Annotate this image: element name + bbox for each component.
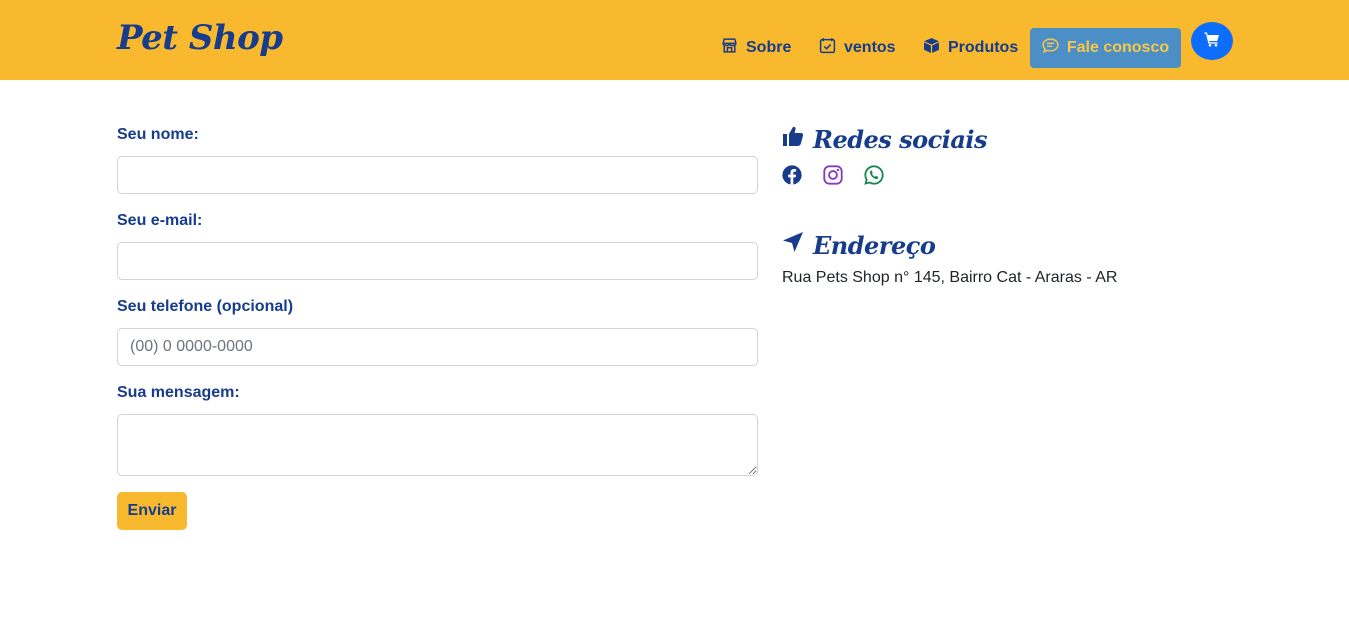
thumbs-up-icon <box>781 124 805 154</box>
social-heading: Redes sociais <box>781 124 988 154</box>
contact-button-label: Fale conosco <box>1066 39 1170 56</box>
cart-icon <box>1204 31 1220 52</box>
address-text: Rua Pets Shop n° 145, Bairro Cat - Arara… <box>782 269 1118 286</box>
box-icon <box>923 37 940 59</box>
nav-link-eventos[interactable]: ventos <box>819 36 896 60</box>
navbar: Pet Shop Sobre ventos Produtos Fale cono… <box>0 0 1349 80</box>
facebook-icon[interactable] <box>781 164 803 186</box>
phone-label: Seu telefone (opcional) <box>117 298 294 315</box>
message-label: Sua mensagem: <box>117 384 240 401</box>
nav-link-produtos[interactable]: Produtos <box>923 36 1018 60</box>
location-arrow-icon <box>781 230 805 260</box>
instagram-icon[interactable] <box>822 164 844 186</box>
nav-link-label: Sobre <box>746 39 792 56</box>
social-heading-text: Redes sociais <box>813 124 988 154</box>
chat-icon <box>1042 37 1059 59</box>
message-textarea[interactable] <box>117 414 758 476</box>
whatsapp-icon[interactable] <box>863 164 885 186</box>
phone-input[interactable] <box>117 328 758 366</box>
name-label: Seu nome: <box>117 126 199 143</box>
nav-link-label: Produtos <box>948 39 1019 56</box>
main-nav: Sobre ventos Produtos Fale conosco <box>0 0 1349 80</box>
contact-button[interactable]: Fale conosco <box>1030 28 1181 68</box>
address-heading: Endereço <box>781 230 936 260</box>
calendar-check-icon <box>819 37 836 59</box>
social-links <box>781 164 885 186</box>
email-label: Seu e-mail: <box>117 212 203 229</box>
name-input[interactable] <box>117 156 758 194</box>
address-heading-text: Endereço <box>813 230 936 260</box>
nav-link-sobre[interactable]: Sobre <box>721 36 791 60</box>
email-input[interactable] <box>117 242 758 280</box>
cart-button[interactable] <box>1191 22 1233 60</box>
nav-link-label: ventos <box>844 39 896 56</box>
submit-button[interactable]: Enviar <box>117 492 187 530</box>
store-icon <box>721 37 738 59</box>
